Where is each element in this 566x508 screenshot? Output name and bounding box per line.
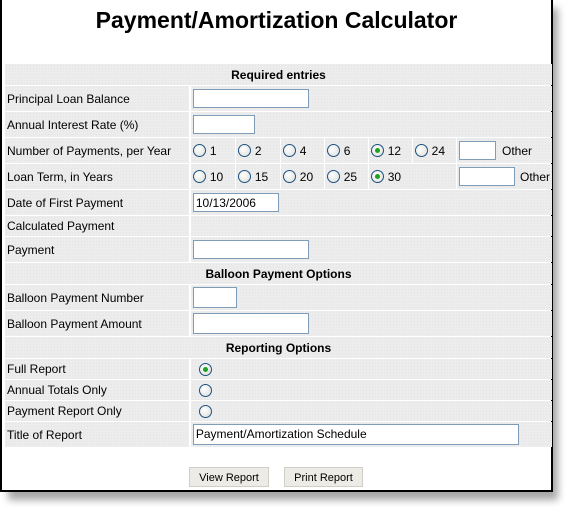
radio-payments-1[interactable]: 1	[190, 138, 236, 163]
page-title: Payment/Amortization Calculator	[95, 7, 458, 33]
print-report-button[interactable]: Print Report	[284, 467, 363, 487]
row-annual-totals: Annual Totals Only	[5, 380, 552, 400]
section-header: Reporting Options	[5, 337, 552, 358]
radio-checked-icon[interactable]	[370, 144, 384, 158]
radio-icon[interactable]	[237, 170, 251, 184]
radio-icon[interactable]	[326, 170, 340, 184]
radio-term-10[interactable]: 10	[190, 164, 236, 189]
full-report-label: Full Report	[5, 359, 191, 379]
radio-term-15[interactable]: 15	[235, 164, 281, 189]
row-payment-report: Payment Report Only	[5, 401, 552, 421]
radio-icon[interactable]	[326, 144, 340, 158]
calculator-window: Payment/Amortization Calculator Required…	[0, 0, 553, 492]
loan-term-label: Loan Term, in Years	[5, 164, 191, 189]
row-payments-per-year: Number of Payments, per Year 1 2 4 6 12 …	[5, 138, 552, 163]
report-title-input[interactable]: Payment/Amortization Schedule	[192, 424, 519, 445]
radio-payments-4[interactable]: 4	[280, 138, 325, 163]
radio-icon[interactable]	[414, 144, 428, 158]
radio-payments-24[interactable]: 24	[412, 138, 457, 163]
radio-term-25[interactable]: 25	[324, 164, 369, 189]
section-reporting: Reporting Options	[5, 337, 552, 358]
payments-per-year-label: Number of Payments, per Year	[5, 138, 191, 163]
row-report-title: Title of Report Payment/Amortization Sch…	[5, 422, 552, 447]
radio-checked-icon[interactable]	[370, 170, 384, 184]
row-balloon-number: Balloon Payment Number	[5, 285, 552, 310]
interest-label: Annual Interest Rate (%)	[5, 112, 191, 137]
calculated-payment-label: Calculated Payment	[5, 216, 191, 236]
row-interest: Annual Interest Rate (%)	[5, 112, 552, 137]
row-loan-term: Loan Term, in Years 10 15 20 25 30 Other	[5, 164, 552, 189]
section-header: Required entries	[5, 64, 552, 85]
balloon-amount-label: Balloon Payment Amount	[5, 311, 191, 336]
radio-full-report[interactable]	[198, 363, 212, 377]
interest-input[interactable]	[192, 115, 255, 134]
first-payment-date-label: Date of First Payment	[5, 190, 191, 215]
row-payment: Payment	[5, 237, 552, 262]
radio-payments-2[interactable]: 2	[235, 138, 281, 163]
report-title-label: Title of Report	[5, 422, 191, 447]
principal-label: Principal Loan Balance	[5, 86, 191, 111]
payment-label: Payment	[5, 237, 191, 262]
radio-term-20[interactable]: 20	[280, 164, 325, 189]
principal-input[interactable]	[192, 89, 309, 108]
row-principal: Principal Loan Balance	[5, 86, 552, 111]
row-calculated-payment: Calculated Payment	[5, 216, 552, 236]
first-payment-date-input[interactable]: 10/13/2006	[192, 193, 279, 212]
payment-report-label: Payment Report Only	[5, 401, 191, 421]
view-report-button[interactable]: View Report	[189, 467, 269, 487]
term-other: Other	[456, 164, 552, 189]
radio-payment-report[interactable]	[198, 405, 212, 419]
radio-icon[interactable]	[192, 170, 206, 184]
calculator-form: Required entries Principal Loan Balance …	[5, 63, 552, 448]
payments-other-input[interactable]	[458, 141, 496, 160]
annual-totals-label: Annual Totals Only	[5, 380, 191, 400]
row-first-payment-date: Date of First Payment 10/13/2006	[5, 190, 552, 215]
radio-annual-totals[interactable]	[198, 384, 212, 398]
row-full-report: Full Report	[5, 359, 552, 379]
balloon-amount-input[interactable]	[192, 313, 309, 334]
radio-term-30[interactable]: 30	[368, 164, 457, 189]
section-required: Required entries	[5, 64, 552, 85]
section-header: Balloon Payment Options	[5, 263, 552, 284]
radio-icon[interactable]	[282, 170, 296, 184]
row-balloon-amount: Balloon Payment Amount	[5, 311, 552, 336]
balloon-number-label: Balloon Payment Number	[5, 285, 191, 310]
balloon-number-input[interactable]	[192, 287, 237, 308]
radio-payments-6[interactable]: 6	[324, 138, 369, 163]
term-other-input[interactable]	[458, 167, 515, 186]
payments-other: Other	[456, 138, 552, 163]
radio-icon[interactable]	[282, 144, 296, 158]
section-balloon: Balloon Payment Options	[5, 263, 552, 284]
radio-icon[interactable]	[192, 144, 206, 158]
radio-payments-12[interactable]: 12	[368, 138, 413, 163]
payment-input[interactable]	[192, 240, 309, 259]
radio-icon[interactable]	[237, 144, 251, 158]
